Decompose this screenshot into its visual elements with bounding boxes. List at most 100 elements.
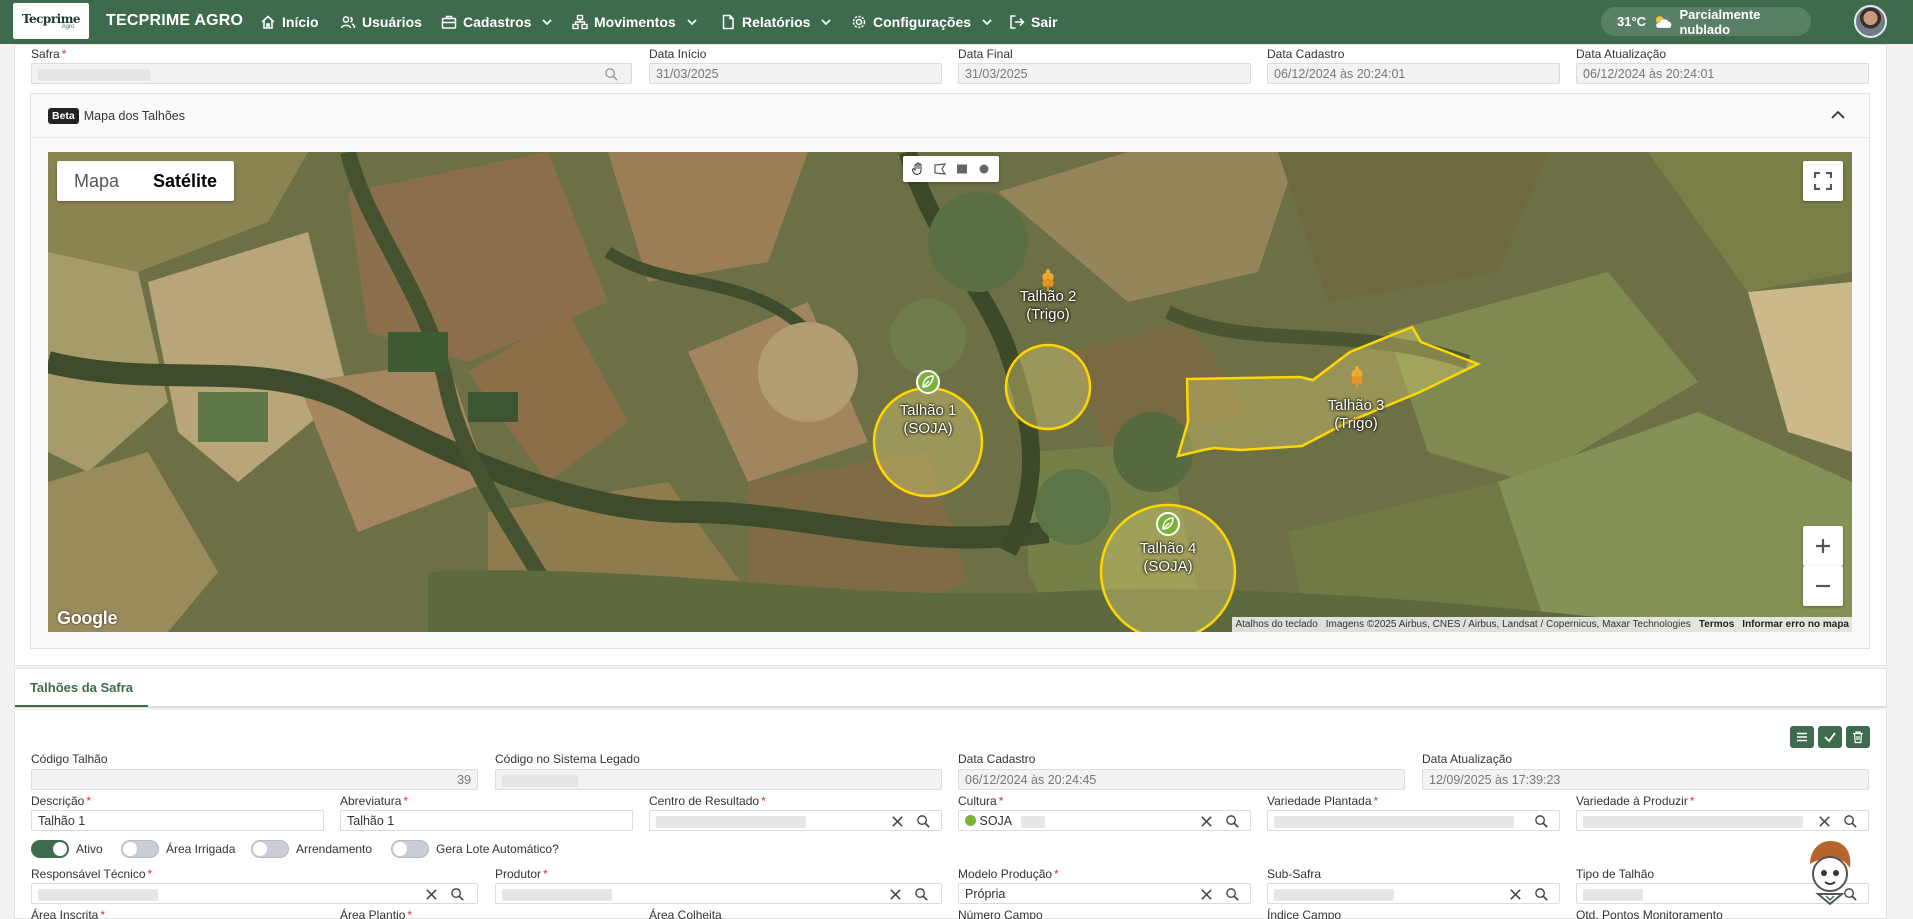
document-icon (722, 14, 734, 30)
area-plantio-label: Área Plantio * (340, 908, 413, 919)
imagery-credit: Imagens ©2025 Airbus, CNES / Airbus, Lan… (1325, 619, 1691, 630)
clear-icon[interactable] (890, 814, 905, 829)
abreviatura-field[interactable]: Talhão 1 (340, 810, 633, 831)
nav-movimentos[interactable]: Movimentos (572, 11, 698, 33)
nav-inicio[interactable]: Início (260, 11, 319, 33)
responsavel-field[interactable] (31, 883, 478, 904)
nav-configuracoes[interactable]: Configurações (851, 11, 993, 33)
clear-icon[interactable] (1199, 887, 1214, 902)
qtd-pontos-label: Qtd. Pontos Monitoramento (1576, 908, 1723, 919)
circle-draw-icon[interactable] (977, 162, 991, 176)
search-icon[interactable] (604, 67, 619, 82)
zoom-in-button[interactable] (1803, 526, 1843, 566)
search-icon[interactable] (1534, 814, 1549, 829)
search-icon[interactable] (1225, 887, 1240, 902)
talhao-3-field[interactable] (1176, 325, 1482, 458)
talhao-data-cadastro-field: 06/12/2024 às 20:24:45 (958, 769, 1405, 790)
keyboard-shortcuts-link[interactable]: Atalhos do teclado (1235, 619, 1317, 630)
search-icon[interactable] (450, 887, 465, 902)
descricao-label: Descrição * (31, 794, 92, 808)
ativo-label: Ativo (76, 842, 103, 856)
nav-inicio-label: Início (282, 14, 319, 30)
modelo-producao-field[interactable]: Própria (958, 883, 1251, 904)
list-icon (1797, 732, 1807, 742)
variedade-plantada-label: Variedade Plantada * (1267, 794, 1379, 808)
ativo-toggle[interactable] (31, 840, 69, 858)
sub-safra-label: Sub-Safra (1267, 867, 1322, 881)
search-icon[interactable] (1843, 814, 1858, 829)
chevron-down-icon (821, 19, 832, 26)
report-error-link[interactable]: Informar erro no mapa (1742, 619, 1849, 630)
hand-pan-icon[interactable] (911, 162, 925, 176)
gera-lote-toggle[interactable] (391, 840, 429, 858)
codigo-legado-field[interactable] (495, 769, 942, 790)
tab-talhoes-da-safra[interactable]: Talhões da Safra (15, 669, 148, 707)
talhao-1-label: Talhão 1 (SOJA) (899, 402, 957, 437)
sub-safra-field[interactable] (1267, 883, 1560, 904)
chevron-down-icon (542, 19, 553, 26)
talhao-4-label: Talhão 4 (SOJA) (1139, 540, 1197, 575)
gear-icon (852, 15, 866, 29)
fullscreen-icon (1814, 172, 1832, 190)
descricao-field[interactable]: Talhão 1 (31, 810, 324, 831)
users-icon (340, 16, 356, 29)
delete-button[interactable] (1846, 726, 1870, 748)
satellite-map[interactable]: Talhão 2 (Trigo) Talhão 1 (SOJA) Talhão 3(… (48, 152, 1852, 632)
clear-icon[interactable] (424, 887, 439, 902)
clear-icon[interactable] (888, 887, 903, 902)
chevron-up-icon[interactable] (1829, 106, 1847, 124)
search-icon[interactable] (1225, 814, 1240, 829)
cultura-field[interactable]: SOJA (958, 810, 1251, 831)
nav-cadastros-label: Cadastros (463, 14, 532, 30)
nav-usuarios[interactable]: Usuários (340, 11, 422, 33)
clear-icon[interactable] (1508, 887, 1523, 902)
centro-resultado-field[interactable] (649, 810, 942, 831)
talhao-3-label: Talhão 3 (Trigo) (1327, 397, 1385, 432)
fullscreen-button[interactable] (1803, 161, 1843, 201)
search-icon[interactable] (914, 887, 929, 902)
network-icon (572, 14, 588, 30)
search-icon[interactable] (1534, 887, 1549, 902)
data-inicio-field[interactable]: 31/03/2025 (649, 63, 942, 84)
area-colheita-label: Área Colheita (649, 908, 722, 919)
map-panel-header[interactable]: Beta Mapa dos Talhões (31, 94, 1869, 138)
data-final-field[interactable]: 31/03/2025 (958, 63, 1251, 84)
wheat-icon (1349, 366, 1365, 391)
user-avatar[interactable] (1854, 5, 1887, 38)
produtor-field[interactable] (495, 883, 942, 904)
assistant-mascot-icon[interactable] (1800, 836, 1860, 906)
confirm-button[interactable] (1818, 726, 1842, 748)
safra-field[interactable] (31, 63, 632, 84)
nav-cadastros[interactable]: Cadastros (441, 11, 553, 33)
map-attribution: Atalhos do teclado Imagens ©2025 Airbus,… (1232, 617, 1852, 632)
clear-icon[interactable] (1199, 814, 1214, 829)
cultura-value: SOJA (979, 814, 1012, 828)
variedade-plantada-field[interactable] (1267, 810, 1560, 831)
modelo-producao-label: Modelo Produção * (958, 867, 1059, 881)
talhao-data-cadastro-label: Data Cadastro (958, 752, 1036, 766)
data-cadastro-field: 06/12/2024 às 20:24:01 (1267, 63, 1560, 84)
map-type-satelite[interactable]: Satélite (136, 161, 234, 201)
arrendamento-toggle[interactable] (251, 840, 289, 858)
google-logo: Google (57, 608, 118, 628)
clear-icon[interactable] (1817, 814, 1832, 829)
zoom-out-button[interactable] (1803, 566, 1843, 606)
nav-sair[interactable]: Sair (1009, 11, 1057, 33)
tipo-talhao-label: Tipo de Talhão (1576, 867, 1655, 881)
arrendamento-label: Arrendamento (296, 842, 373, 856)
company-logo[interactable]: Tecprime Agro (13, 3, 89, 39)
responsavel-label: Responsável Técnico * (31, 867, 153, 881)
rectangle-draw-icon[interactable] (955, 162, 969, 176)
terms-link[interactable]: Termos (1699, 619, 1734, 630)
partly-cloudy-icon (1655, 15, 1672, 28)
produtor-label: Produtor * (495, 867, 548, 881)
map-type-mapa[interactable]: Mapa (57, 161, 136, 201)
leaf-icon (916, 370, 940, 394)
variedade-produzir-field[interactable] (1576, 810, 1869, 831)
polygon-draw-icon[interactable] (933, 162, 947, 176)
top-navbar: Tecprime Agro TECPRIME AGRO Início Usuár… (0, 0, 1913, 44)
search-icon[interactable] (916, 814, 931, 829)
list-button[interactable] (1790, 726, 1814, 748)
area-irrigada-toggle[interactable] (121, 840, 159, 858)
nav-relatorios[interactable]: Relatórios (720, 11, 832, 33)
